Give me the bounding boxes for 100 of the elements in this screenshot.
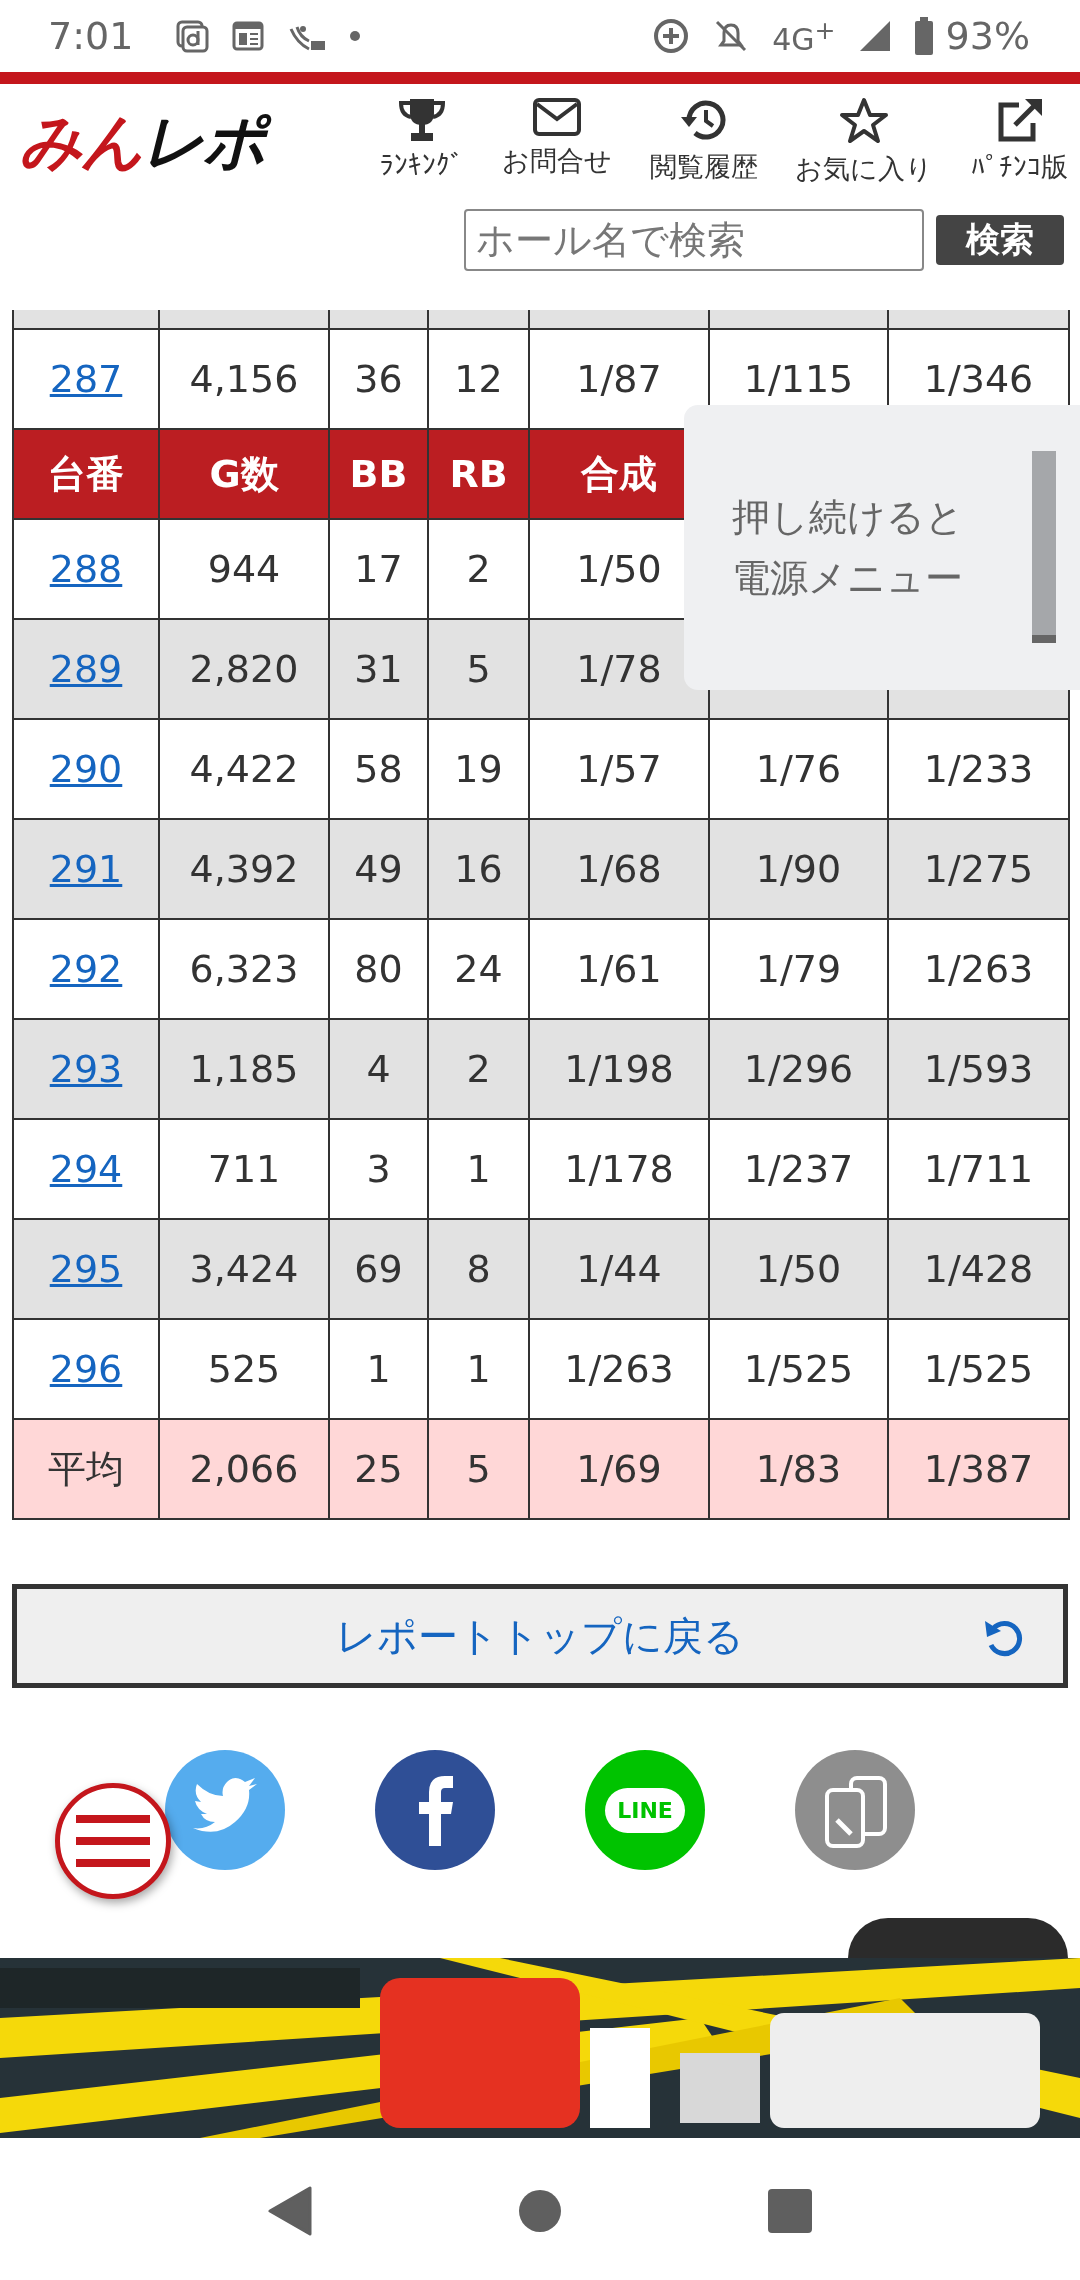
star-icon bbox=[839, 97, 890, 145]
table-cell: 1 bbox=[466, 1347, 491, 1391]
table-cell: 19 bbox=[454, 747, 503, 791]
table-cell: 1/44 bbox=[576, 1247, 662, 1291]
network-type: 4G$^{+}$ bbox=[772, 15, 836, 57]
table-cell: 16 bbox=[454, 847, 503, 891]
column-header: G数 bbox=[209, 450, 279, 498]
site-logo[interactable]: みんレポ bbox=[20, 100, 380, 184]
machine-number-link[interactable]: 289 bbox=[49, 647, 123, 691]
nav-link[interactable]: ﾊﾟﾁﾝｺ版 bbox=[971, 97, 1068, 187]
machine-number-link[interactable]: 290 bbox=[49, 747, 123, 791]
machine-number-link[interactable]: 287 bbox=[49, 357, 123, 401]
tooltip-text: 押し続けると電源メニュー bbox=[732, 493, 965, 602]
table-cell: 944 bbox=[207, 547, 281, 591]
search-field[interactable]: ホール名で検索 bbox=[464, 209, 924, 271]
column-header: 台番 bbox=[48, 450, 124, 498]
table-cell: 1/428 bbox=[923, 1247, 1034, 1291]
home-icon[interactable] bbox=[518, 2189, 562, 2233]
table-cell: 1/263 bbox=[923, 947, 1034, 991]
table-cell: 8 bbox=[466, 1247, 491, 1291]
history-icon bbox=[678, 97, 729, 143]
table-cell: 2 bbox=[466, 1047, 491, 1091]
nav-link[interactable]: お気に入り bbox=[795, 97, 934, 187]
table-cell: 3,424 bbox=[189, 1247, 299, 1291]
table-cell: 1/237 bbox=[743, 1147, 854, 1191]
table-cell: 1/387 bbox=[923, 1447, 1034, 1491]
table-cell: 24 bbox=[454, 947, 503, 991]
table-cell: 1/711 bbox=[923, 1147, 1034, 1191]
nav-link[interactable]: 閲覧履歴 bbox=[649, 97, 758, 187]
table-cell: 31 bbox=[354, 647, 403, 691]
machine-number-link[interactable]: 293 bbox=[49, 1047, 123, 1091]
table-cell: 80 bbox=[354, 947, 403, 991]
table-cell: 1/50 bbox=[576, 547, 662, 591]
table-cell: 58 bbox=[354, 747, 403, 791]
table-cell: 1/79 bbox=[755, 947, 842, 991]
facebook-f-button[interactable] bbox=[375, 1750, 495, 1870]
table-cell: 1/233 bbox=[923, 747, 1034, 791]
twitter-bird-button[interactable] bbox=[165, 1750, 285, 1870]
machine-number-link[interactable]: 288 bbox=[49, 547, 123, 591]
search-button[interactable]: 検索 bbox=[936, 215, 1064, 265]
table-cell: 1,185 bbox=[189, 1047, 299, 1091]
table-cell: 2 bbox=[466, 547, 491, 591]
table-cell: 49 bbox=[354, 847, 403, 891]
machine-number-link[interactable]: 292 bbox=[49, 947, 123, 991]
table-cell: 1/525 bbox=[743, 1347, 854, 1391]
table-cell: 4,422 bbox=[189, 747, 299, 791]
nav-link[interactable]: ﾗﾝｷﾝｸﾞ bbox=[380, 97, 464, 187]
table-cell: 25 bbox=[354, 1447, 403, 1491]
machine-number-link[interactable]: 296 bbox=[49, 1347, 123, 1391]
report-top-button[interactable]: レポートトップに戻る bbox=[12, 1584, 1068, 1688]
table-cell: 2,820 bbox=[189, 647, 299, 691]
table-cell: 5 bbox=[466, 1447, 491, 1491]
table-cell: 1/178 bbox=[564, 1147, 674, 1191]
table-cell: 36 bbox=[354, 357, 403, 401]
trophy-icon bbox=[397, 97, 447, 143]
table-cell: 2,066 bbox=[189, 1447, 299, 1491]
table-cell: 1/69 bbox=[576, 1447, 662, 1491]
table-cell: 5 bbox=[466, 647, 491, 691]
table-cell: 4,156 bbox=[189, 357, 299, 401]
menu-button[interactable] bbox=[55, 1783, 171, 1899]
battery-percent: 93% bbox=[945, 14, 1030, 58]
column-header: RB bbox=[449, 452, 508, 496]
column-header: BB bbox=[349, 452, 408, 496]
nav-link[interactable]: お問合せ bbox=[501, 97, 612, 187]
clock-time: 7:01 bbox=[48, 14, 134, 58]
d-app-icon bbox=[175, 19, 210, 53]
table-cell: 69 bbox=[354, 1247, 403, 1291]
back-icon[interactable] bbox=[268, 2186, 312, 2236]
mail-icon bbox=[531, 97, 582, 137]
table-cell: 1 bbox=[466, 1147, 491, 1191]
table-cell: 1/198 bbox=[564, 1047, 674, 1091]
battery-icon bbox=[913, 17, 934, 55]
table-cell: 1/593 bbox=[923, 1047, 1034, 1091]
table-cell: 4 bbox=[366, 1047, 391, 1091]
table-cell: 3 bbox=[366, 1147, 391, 1191]
table-cell: 711 bbox=[207, 1147, 281, 1191]
table-cell: 1/50 bbox=[755, 1247, 842, 1291]
news-icon bbox=[231, 19, 266, 53]
table-cell: 1 bbox=[366, 1347, 391, 1391]
machine-number-link[interactable]: 294 bbox=[49, 1147, 123, 1191]
machine-number-link[interactable]: 291 bbox=[49, 847, 123, 891]
table-cell: 4,392 bbox=[189, 847, 299, 891]
table-cell: 1/346 bbox=[923, 357, 1034, 401]
dot-icon bbox=[349, 30, 362, 42]
table-cell: 1/263 bbox=[564, 1347, 674, 1391]
table-cell: 1/115 bbox=[743, 357, 854, 401]
column-header: 合成 bbox=[581, 450, 657, 498]
table-cell: 1/61 bbox=[576, 947, 662, 991]
table-cell: 1/76 bbox=[755, 747, 842, 791]
table-cell: 1/525 bbox=[923, 1347, 1034, 1391]
data-saver-icon bbox=[652, 17, 691, 55]
machine-number-link[interactable]: 295 bbox=[49, 1247, 123, 1291]
table-cell: 1/275 bbox=[923, 847, 1034, 891]
table-cell: 1/296 bbox=[743, 1047, 854, 1091]
copy-link-button[interactable] bbox=[795, 1750, 915, 1870]
table-cell: 1/87 bbox=[576, 357, 662, 401]
table-cell: 1/68 bbox=[576, 847, 662, 891]
table-cell: 1/90 bbox=[755, 847, 842, 891]
table-cell: 12 bbox=[454, 357, 503, 401]
table-cell: 17 bbox=[354, 547, 403, 591]
